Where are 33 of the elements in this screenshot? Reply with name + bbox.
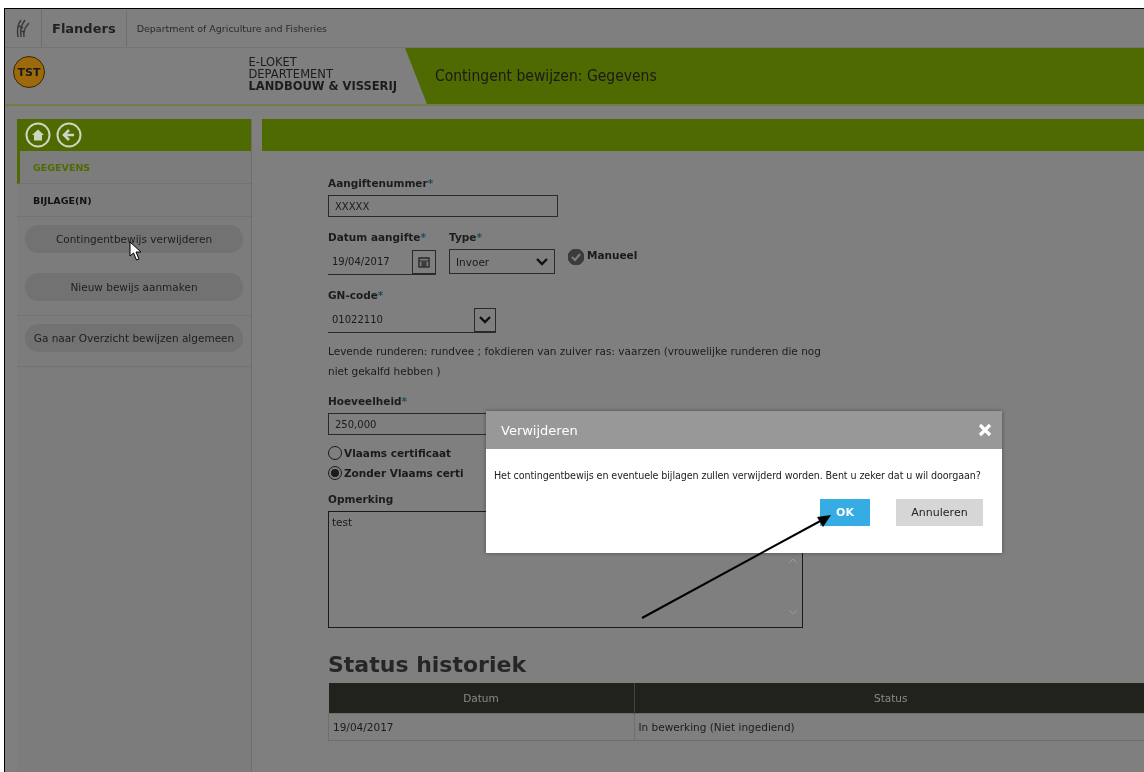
table-cell: In bewerking (Niet ingediend) xyxy=(634,713,1144,741)
date-field[interactable]: 19/04/2017 xyxy=(328,249,436,275)
field-label: Opmerking xyxy=(328,493,395,505)
sidebar-action-button[interactable]: Nieuw bewijs aanmaken xyxy=(25,273,243,301)
overview-button[interactable]: Ga naar Overzicht bewijzen algemeen xyxy=(25,324,243,352)
column-header: Status xyxy=(634,683,1144,714)
sidebar-tab[interactable]: BIJLAGE(N) xyxy=(17,184,251,217)
brand-name[interactable]: Flanders xyxy=(41,9,116,47)
organization-name-line: DEPARTEMENT xyxy=(248,68,334,80)
page-title: Contingent bewijzen: Gegevens xyxy=(435,67,657,85)
field-label: Aangiftenummer* xyxy=(328,177,435,189)
manual-label: Manueel xyxy=(587,249,638,261)
department-name: Department of Agriculture and Fisheries xyxy=(125,10,328,46)
environment-badge: TST xyxy=(13,56,45,88)
cancel-button[interactable]: Annuleren xyxy=(896,499,983,526)
organization-name-line: LANDBOUW & VISSERIJ xyxy=(248,80,397,92)
gn-code-description: Levende runderen: rundvee ; fokdieren van zuiver ras: vaarzen (vrouwelijke runderen die nog niet gekalfd hebben ) xyxy=(328,344,822,379)
radio-option[interactable]: Vlaams certificaat xyxy=(328,443,452,463)
section-heading: Status historiek xyxy=(328,652,527,677)
column-header: Datum xyxy=(328,683,634,714)
input-field[interactable]: XXXXX xyxy=(328,195,558,217)
gn-code-dropdown[interactable]: 01022110 xyxy=(328,307,496,333)
field-label: Type* xyxy=(449,231,483,243)
field-label: Hoeveelheid* xyxy=(328,395,409,407)
ok-button[interactable]: OK xyxy=(820,499,870,526)
organization-name-line: E-LOKET xyxy=(248,56,298,68)
table-cell: 19/04/2017 xyxy=(328,713,634,741)
dialog-message: Het contingentbewijs en eventuele bijlagen zullen verwijderd worden. Bent u zeker dat u wil doorgaan? xyxy=(494,469,981,483)
field-label: Datum aangifte* xyxy=(328,231,427,243)
type-dropdown[interactable]: Invoer xyxy=(449,249,555,274)
sidebar-action-button[interactable]: Contingentbewijs verwijderen xyxy=(25,225,243,253)
radio-option[interactable]: Zonder Vlaams certi xyxy=(328,463,464,483)
field-label: GN-code* xyxy=(328,289,385,301)
